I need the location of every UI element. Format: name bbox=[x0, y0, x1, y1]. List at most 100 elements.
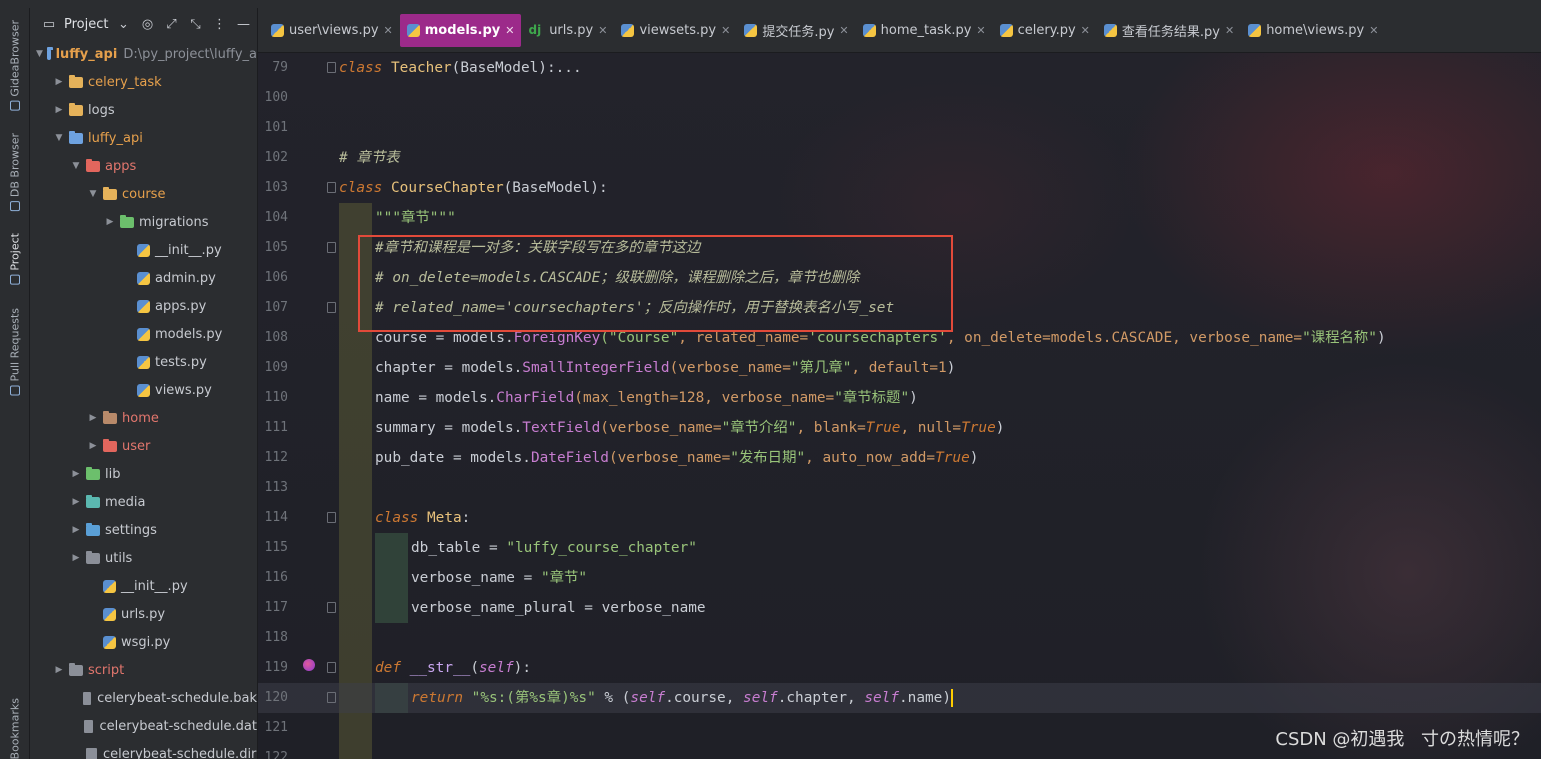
fold-icon[interactable] bbox=[327, 662, 336, 673]
chevron-right-icon[interactable]: ▶ bbox=[87, 441, 99, 451]
tree-item[interactable]: ▶ user bbox=[30, 432, 257, 460]
editor-tab[interactable]: 查看任务结果.py ✕ bbox=[1097, 14, 1241, 47]
chevron-down-icon[interactable]: ▼ bbox=[36, 49, 43, 59]
code-editor[interactable]: 79 class Teacher(BaseModel):... 100 101 102 #… bbox=[258, 53, 1541, 759]
tree-item[interactable]: ▶ migrations bbox=[30, 208, 257, 236]
chevron-right-icon[interactable]: ▶ bbox=[53, 105, 65, 115]
chevron-right-icon[interactable]: ▶ bbox=[87, 413, 99, 423]
code-line[interactable]: 110 name = models.CharField(max_length=12… bbox=[258, 383, 1541, 413]
hide-panel-icon[interactable]: — bbox=[234, 17, 252, 32]
code-line[interactable]: 111 summary = models.TextField(verbose_na… bbox=[258, 413, 1541, 443]
project-view-selector[interactable]: Project bbox=[64, 17, 108, 32]
tree-item[interactable]: ▶__init__.py bbox=[30, 572, 257, 600]
code-line[interactable]: 120 return "%s:(第%s章)%s" % (self.course, … bbox=[258, 683, 1541, 713]
chevron-down-icon[interactable]: ▼ bbox=[53, 133, 65, 143]
tree-item[interactable]: ▶wsgi.py bbox=[30, 628, 257, 656]
tree-item[interactable]: ▶tests.py bbox=[30, 348, 257, 376]
close-icon[interactable]: ✕ bbox=[505, 24, 514, 37]
fold-icon[interactable] bbox=[327, 302, 336, 313]
close-icon[interactable]: ✕ bbox=[384, 24, 393, 37]
chevron-right-icon[interactable]: ▶ bbox=[104, 217, 116, 227]
code-line[interactable]: 79 class Teacher(BaseModel):... bbox=[258, 53, 1541, 83]
close-icon[interactable]: ✕ bbox=[1081, 24, 1090, 37]
tree-item[interactable]: ▶ utils bbox=[30, 544, 257, 572]
tree-item[interactable]: ▶admin.py bbox=[30, 264, 257, 292]
editor-tab[interactable]: 提交任务.py ✕ bbox=[737, 14, 855, 47]
code-line[interactable]: 109 chapter = models.SmallIntegerField(ve… bbox=[258, 353, 1541, 383]
close-icon[interactable]: ✕ bbox=[598, 24, 607, 37]
folder-icon bbox=[69, 130, 83, 144]
editor-tab[interactable]: models.py ✕ bbox=[399, 13, 522, 47]
editor-tab[interactable]: celery.py ✕ bbox=[993, 14, 1097, 47]
tree-item[interactable]: ▶ home bbox=[30, 404, 257, 432]
code-line[interactable]: 117 verbose_name_plural = verbose_name bbox=[258, 593, 1541, 623]
editor-tab[interactable]: user\views.py ✕ bbox=[264, 14, 400, 47]
tree-item[interactable]: ▼ apps bbox=[30, 152, 257, 180]
fold-icon[interactable] bbox=[327, 512, 336, 523]
close-icon[interactable]: ✕ bbox=[721, 24, 730, 37]
code-line[interactable]: 103 class CourseChapter(BaseModel): bbox=[258, 173, 1541, 203]
chevron-down-icon[interactable]: ⌄ bbox=[114, 17, 132, 32]
tool-tab-pull-requests[interactable]: Pull Requests bbox=[4, 308, 26, 396]
chevron-down-icon[interactable]: ▼ bbox=[70, 161, 82, 171]
tree-item[interactable]: ▼ course bbox=[30, 180, 257, 208]
code-line[interactable]: 102 # 章节表 bbox=[258, 143, 1541, 173]
chevron-down-icon[interactable]: ▼ bbox=[87, 189, 99, 199]
tree-item[interactable]: ▶ settings bbox=[30, 516, 257, 544]
collapse-all-icon[interactable]: ⤡ bbox=[186, 17, 204, 32]
close-icon[interactable]: ✕ bbox=[976, 24, 985, 37]
code-line[interactable]: 115 db_table = "luffy_course_chapter" bbox=[258, 533, 1541, 563]
tree-item[interactable]: ▼ luffy_api bbox=[30, 124, 257, 152]
code-line[interactable]: 112 pub_date = models.DateField(verbose_n… bbox=[258, 443, 1541, 473]
tree-item[interactable]: ▶apps.py bbox=[30, 292, 257, 320]
tool-tab-gideabrowser[interactable]: GideaBrowser bbox=[4, 20, 26, 111]
tool-tab-project[interactable]: Project bbox=[4, 233, 26, 285]
code-line[interactable]: 118 bbox=[258, 623, 1541, 653]
locate-file-icon[interactable]: ◎ bbox=[138, 17, 156, 32]
code-line[interactable]: 114 class Meta: bbox=[258, 503, 1541, 533]
tree-item[interactable]: ▶ logs bbox=[30, 96, 257, 124]
editor-tab[interactable]: home\views.py ✕ bbox=[1241, 14, 1385, 47]
tool-tab-db-browser[interactable]: DB Browser bbox=[4, 133, 26, 212]
expand-all-icon[interactable]: ⤢ bbox=[162, 17, 180, 32]
tree-item-label: media bbox=[105, 494, 146, 510]
close-icon[interactable]: ✕ bbox=[839, 24, 848, 37]
code-line[interactable]: 116 verbose_name = "章节" bbox=[258, 563, 1541, 593]
chevron-right-icon[interactable]: ▶ bbox=[53, 77, 65, 87]
tool-tab-bookmarks[interactable]: Bookmarks bbox=[4, 698, 26, 759]
fold-icon[interactable] bbox=[327, 182, 336, 193]
editor-tab[interactable]: dj urls.py ✕ bbox=[521, 14, 614, 47]
fold-icon[interactable] bbox=[327, 62, 336, 73]
chevron-right-icon[interactable]: ▶ bbox=[53, 665, 65, 675]
fold-icon[interactable] bbox=[327, 692, 336, 703]
tree-item[interactable]: ▶celerybeat-schedule.dat bbox=[30, 712, 257, 740]
override-marker-icon[interactable] bbox=[303, 659, 315, 671]
code-line[interactable]: 101 bbox=[258, 113, 1541, 143]
code-line[interactable]: 104 """章节""" bbox=[258, 203, 1541, 233]
tree-item[interactable]: ▼ luffy_api D:\py_project\luffy_a bbox=[30, 40, 257, 68]
tree-item[interactable]: ▶celerybeat-schedule.bak bbox=[30, 684, 257, 712]
chevron-right-icon[interactable]: ▶ bbox=[70, 525, 82, 535]
editor-tab[interactable]: viewsets.py ✕ bbox=[614, 14, 737, 47]
tree-item[interactable]: ▶ media bbox=[30, 488, 257, 516]
code-line[interactable]: 100 bbox=[258, 83, 1541, 113]
chevron-right-icon[interactable]: ▶ bbox=[70, 553, 82, 563]
close-icon[interactable]: ✕ bbox=[1369, 24, 1378, 37]
tree-item[interactable]: ▶models.py bbox=[30, 320, 257, 348]
code-line[interactable]: 113 bbox=[258, 473, 1541, 503]
fold-icon[interactable] bbox=[327, 602, 336, 613]
tree-item[interactable]: ▶celerybeat-schedule.dir bbox=[30, 740, 257, 759]
more-options-icon[interactable]: ⋮ bbox=[210, 17, 228, 32]
editor-tab[interactable]: home_task.py ✕ bbox=[856, 14, 993, 47]
chevron-right-icon[interactable]: ▶ bbox=[70, 497, 82, 507]
code-line[interactable]: 119 def __str__(self): bbox=[258, 653, 1541, 683]
tree-item[interactable]: ▶ script bbox=[30, 656, 257, 684]
close-icon[interactable]: ✕ bbox=[1225, 24, 1234, 37]
tree-item[interactable]: ▶ celery_task bbox=[30, 68, 257, 96]
tree-item[interactable]: ▶urls.py bbox=[30, 600, 257, 628]
tree-item[interactable]: ▶views.py bbox=[30, 376, 257, 404]
tree-item[interactable]: ▶__init__.py bbox=[30, 236, 257, 264]
chevron-right-icon[interactable]: ▶ bbox=[70, 469, 82, 479]
fold-icon[interactable] bbox=[327, 242, 336, 253]
tree-item[interactable]: ▶ lib bbox=[30, 460, 257, 488]
